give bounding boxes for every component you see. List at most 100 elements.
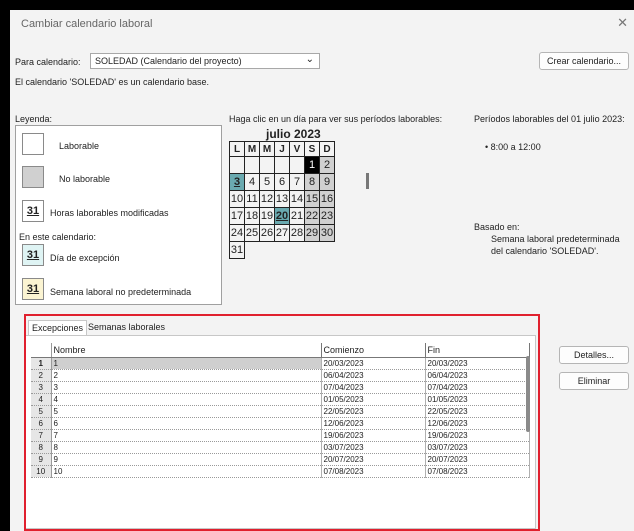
details-button[interactable]: Detalles... (559, 346, 629, 364)
create-calendar-button[interactable]: Crear calendario... (539, 52, 629, 70)
cell-start[interactable]: 07/08/2023 (321, 465, 426, 478)
cell-start[interactable]: 03/07/2023 (321, 441, 426, 454)
table-row[interactable]: 1 1 20/03/2023 20/03/2023 (31, 357, 530, 370)
row-number[interactable]: 2 (31, 369, 52, 382)
calendar-day[interactable] (259, 156, 275, 174)
delete-button[interactable]: Eliminar (559, 372, 629, 390)
cell-start[interactable]: 20/07/2023 (321, 453, 426, 466)
table-row[interactable]: 3 3 07/04/2023 07/04/2023 (31, 381, 530, 394)
table-row[interactable]: 7 7 19/06/2023 19/06/2023 (31, 429, 530, 442)
grid-scroll-thumb[interactable] (526, 356, 530, 432)
cell-name[interactable]: 10 (51, 465, 322, 478)
calendar-day[interactable]: 23 (319, 207, 335, 225)
calendar-day[interactable] (320, 242, 335, 259)
calendar-day[interactable]: 10 (229, 190, 245, 208)
cell-end[interactable]: 20/03/2023 (425, 357, 530, 370)
calendar-day[interactable]: 22 (304, 207, 320, 225)
cell-end[interactable]: 12/06/2023 (425, 417, 530, 430)
cell-end[interactable]: 22/05/2023 (425, 405, 530, 418)
calendar-day[interactable] (260, 242, 275, 259)
column-header-start[interactable]: Comienzo (321, 343, 426, 358)
table-row[interactable]: 2 2 06/04/2023 06/04/2023 (31, 369, 530, 382)
calendar-day[interactable] (305, 242, 320, 259)
table-row[interactable]: 9 9 20/07/2023 20/07/2023 (31, 453, 530, 466)
calendar-day[interactable] (274, 156, 290, 174)
cell-name[interactable]: 2 (51, 369, 322, 382)
calendar-select[interactable]: SOLEDAD (Calendario del proyecto) ⌄ (90, 53, 320, 69)
calendar-day[interactable]: 17 (229, 207, 245, 225)
calendar-day[interactable]: 8 (304, 173, 320, 191)
row-number[interactable]: 1 (31, 357, 52, 370)
calendar-scroll-thumb[interactable] (366, 173, 369, 189)
cell-end[interactable]: 19/06/2023 (425, 429, 530, 442)
grid-scrollbar[interactable] (523, 336, 535, 530)
tab-work-weeks[interactable]: Semanas laborales (85, 320, 168, 335)
row-number[interactable]: 3 (31, 381, 52, 394)
calendar-day[interactable]: 30 (319, 224, 335, 242)
cell-start[interactable]: 06/04/2023 (321, 369, 426, 382)
calendar-day[interactable] (275, 242, 290, 259)
table-row[interactable]: 10 10 07/08/2023 07/08/2023 (31, 465, 530, 478)
calendar-day[interactable]: 31 (229, 241, 245, 259)
calendar-day[interactable]: 25 (244, 224, 260, 242)
row-number[interactable]: 10 (31, 465, 52, 478)
row-number[interactable]: 5 (31, 405, 52, 418)
calendar-day[interactable]: 13 (274, 190, 290, 208)
cell-end[interactable]: 07/08/2023 (425, 465, 530, 478)
cell-name[interactable]: 5 (51, 405, 322, 418)
cell-start[interactable]: 22/05/2023 (321, 405, 426, 418)
row-number[interactable]: 7 (31, 429, 52, 442)
row-number[interactable]: 6 (31, 417, 52, 430)
cell-end[interactable]: 03/07/2023 (425, 441, 530, 454)
calendar-day[interactable]: 16 (319, 190, 335, 208)
cell-name[interactable]: 9 (51, 453, 322, 466)
calendar-day[interactable]: 12 (259, 190, 275, 208)
column-header-name[interactable]: Nombre (51, 343, 322, 358)
calendar-day-selected[interactable]: 1 (304, 156, 320, 174)
calendar-day[interactable]: 26 (259, 224, 275, 242)
calendar-day[interactable]: 27 (274, 224, 290, 242)
column-header-end[interactable]: Fin (425, 343, 530, 358)
calendar-day[interactable] (245, 242, 260, 259)
cell-name[interactable]: 7 (51, 429, 322, 442)
calendar-day[interactable]: 5 (259, 173, 275, 191)
calendar-day-exception[interactable]: 3 (229, 173, 245, 191)
cell-end[interactable]: 20/07/2023 (425, 453, 530, 466)
cell-start[interactable]: 12/06/2023 (321, 417, 426, 430)
row-number[interactable]: 4 (31, 393, 52, 406)
calendar-day[interactable]: 11 (244, 190, 260, 208)
calendar-day[interactable] (244, 156, 260, 174)
calendar-day[interactable]: 24 (229, 224, 245, 242)
calendar-day[interactable]: 28 (289, 224, 305, 242)
calendar-day[interactable] (289, 156, 305, 174)
cell-name[interactable]: 6 (51, 417, 322, 430)
row-number[interactable]: 9 (31, 453, 52, 466)
calendar-day[interactable]: 18 (244, 207, 260, 225)
cell-end[interactable]: 07/04/2023 (425, 381, 530, 394)
cell-start[interactable]: 01/05/2023 (321, 393, 426, 406)
cell-start[interactable]: 20/03/2023 (321, 357, 426, 370)
calendar-day-exception[interactable]: 20 (274, 207, 290, 225)
cell-start[interactable]: 07/04/2023 (321, 381, 426, 394)
calendar-day[interactable]: 7 (289, 173, 305, 191)
calendar-day[interactable]: 4 (244, 173, 260, 191)
calendar-day[interactable]: 15 (304, 190, 320, 208)
calendar-day[interactable] (229, 156, 245, 174)
table-row[interactable]: 4 4 01/05/2023 01/05/2023 (31, 393, 530, 406)
calendar-day[interactable]: 6 (274, 173, 290, 191)
calendar-day[interactable]: 2 (319, 156, 335, 174)
calendar-day[interactable]: 19 (259, 207, 275, 225)
calendar-day[interactable]: 14 (289, 190, 305, 208)
table-row[interactable]: 5 5 22/05/2023 22/05/2023 (31, 405, 530, 418)
cell-name[interactable]: 1 (51, 357, 322, 370)
cell-name[interactable]: 3 (51, 381, 322, 394)
cell-end[interactable]: 01/05/2023 (425, 393, 530, 406)
cell-start[interactable]: 19/06/2023 (321, 429, 426, 442)
cell-name[interactable]: 4 (51, 393, 322, 406)
table-row[interactable]: 8 8 03/07/2023 03/07/2023 (31, 441, 530, 454)
calendar-day[interactable]: 21 (289, 207, 305, 225)
table-row[interactable]: 6 6 12/06/2023 12/06/2023 (31, 417, 530, 430)
calendar-day[interactable] (290, 242, 305, 259)
calendar-day[interactable]: 29 (304, 224, 320, 242)
close-icon[interactable]: ✕ (617, 15, 628, 31)
